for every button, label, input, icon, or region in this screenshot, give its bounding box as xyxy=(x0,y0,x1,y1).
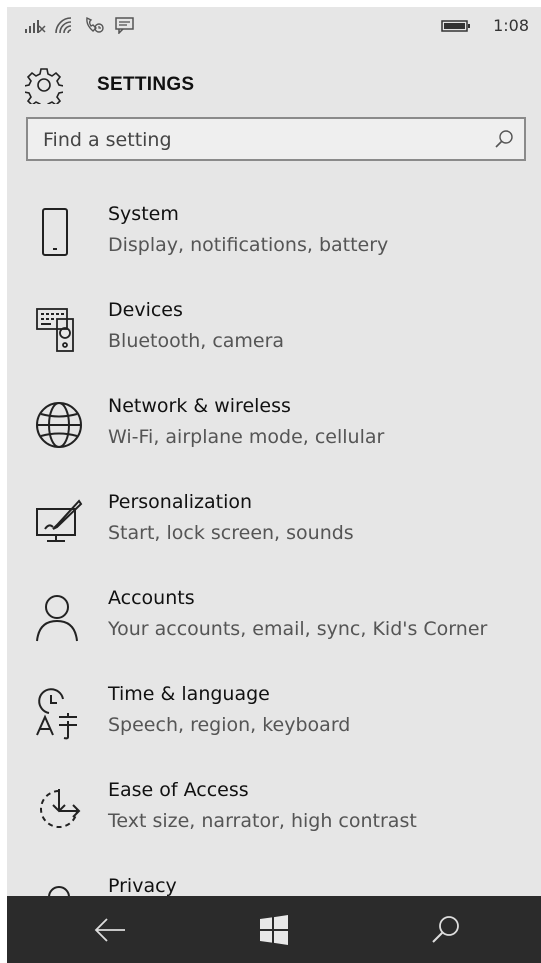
start-button[interactable] xyxy=(229,896,319,963)
person-icon xyxy=(36,595,78,642)
item-title: Devices xyxy=(108,299,183,321)
phone-call-icon xyxy=(86,16,104,33)
item-title: Personalization xyxy=(108,491,253,513)
settings-item-network[interactable]: Network & wireless Wi-Fi, airplane mode,… xyxy=(7,389,541,485)
item-title: Ease of Access xyxy=(108,779,249,801)
settings-item-personalization[interactable]: Personalization Start, lock screen, soun… xyxy=(7,485,541,581)
wifi-icon xyxy=(55,17,72,34)
ease-of-access-icon xyxy=(40,789,81,828)
settings-item-accounts[interactable]: Accounts Your accounts, email, sync, Kid… xyxy=(7,581,541,677)
search-icon[interactable] xyxy=(494,129,514,149)
personalization-icon xyxy=(36,499,83,542)
signal-bars-icon xyxy=(25,20,46,33)
item-subtitle: Your accounts, email, sync, Kid's Corner xyxy=(108,618,488,640)
item-subtitle: Text size, narrator, high contrast xyxy=(108,810,417,832)
page-title: SETTINGS xyxy=(97,74,195,95)
back-arrow-icon xyxy=(94,917,125,942)
settings-item-system[interactable]: System Display, notifications, battery xyxy=(7,197,541,293)
status-bar: 1:08 xyxy=(7,7,541,45)
settings-item-ease-of-access[interactable]: Ease of Access Text size, narrator, high… xyxy=(7,773,541,869)
item-subtitle: Start, lock screen, sounds xyxy=(108,522,354,544)
item-title: Privacy xyxy=(108,875,177,897)
settings-item-devices[interactable]: Devices Bluetooth, camera xyxy=(7,293,541,389)
windows-logo-icon xyxy=(260,914,288,945)
item-title: Network & wireless xyxy=(108,395,291,417)
item-subtitle: Speech, region, keyboard xyxy=(108,714,351,736)
battery-icon xyxy=(441,19,471,32)
message-icon xyxy=(115,17,134,34)
item-title: Time & language xyxy=(108,683,270,705)
item-subtitle: Bluetooth, camera xyxy=(108,330,285,352)
status-right: 1:08 xyxy=(441,16,529,35)
item-title: Accounts xyxy=(108,587,195,609)
devices-icon xyxy=(36,308,74,352)
search-button[interactable] xyxy=(401,896,491,963)
item-subtitle: Wi-Fi, airplane mode, cellular xyxy=(108,426,385,448)
item-subtitle: Display, notifications, battery xyxy=(108,234,389,256)
phone-device-icon xyxy=(42,208,68,256)
status-icons xyxy=(24,16,136,34)
search-input[interactable]: Find a setting xyxy=(26,117,526,161)
back-button[interactable] xyxy=(65,896,155,963)
time-language-icon xyxy=(36,688,77,740)
page-header: SETTINGS xyxy=(25,62,194,108)
search-icon xyxy=(432,915,459,943)
globe-icon xyxy=(36,402,82,448)
gear-icon xyxy=(25,68,63,104)
navigation-bar xyxy=(7,896,541,963)
settings-screen: 1:08 SETTINGS Find a setting System Disp… xyxy=(7,7,541,963)
item-title: System xyxy=(108,203,179,225)
settings-item-time-language[interactable]: Time & language Speech, region, keyboard xyxy=(7,677,541,773)
search-placeholder: Find a setting xyxy=(43,129,172,151)
status-time: 1:08 xyxy=(493,16,529,35)
